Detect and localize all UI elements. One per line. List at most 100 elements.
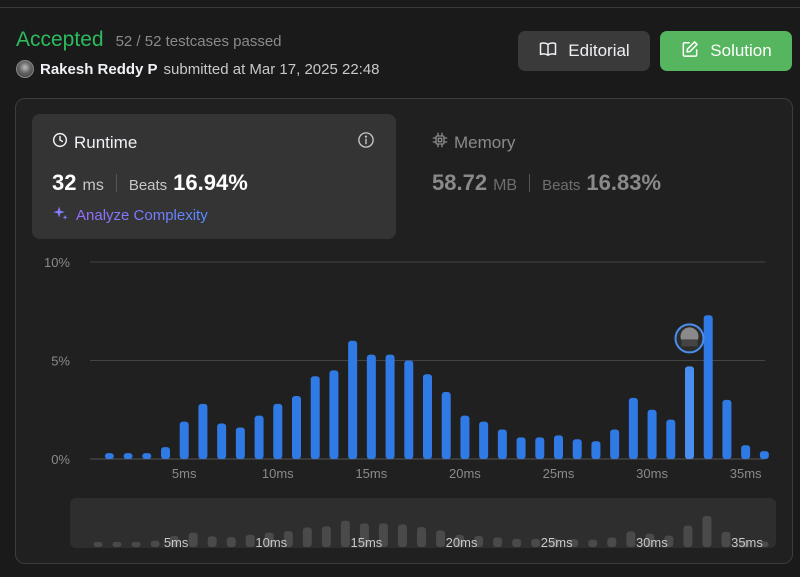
chart-bar bbox=[535, 437, 545, 459]
runtime-beats-label: Beats bbox=[128, 177, 168, 194]
edit-icon bbox=[680, 39, 700, 64]
solution-button[interactable]: Solution bbox=[660, 31, 792, 71]
runtime-title: Runtime bbox=[52, 132, 137, 153]
memory-beats-value: 16.83% bbox=[586, 170, 662, 195]
chart-bar bbox=[591, 441, 601, 459]
chart-bar bbox=[404, 360, 414, 459]
x-tick-label: 25ms bbox=[543, 466, 575, 481]
chart-bar bbox=[741, 445, 751, 459]
navigator-bar bbox=[321, 526, 331, 547]
navigator-tick-label: 20ms bbox=[446, 535, 478, 550]
navigator-bar bbox=[417, 527, 426, 547]
navigator-bar bbox=[702, 515, 712, 547]
chart-bar bbox=[703, 315, 713, 459]
navigator-tick-label: 10ms bbox=[255, 535, 287, 550]
testcases-count: 52 / 52 testcases passed bbox=[115, 33, 282, 50]
memory-unit: MB bbox=[493, 177, 518, 194]
editorial-button[interactable]: Editorial bbox=[518, 31, 650, 71]
chart-bar bbox=[460, 415, 470, 459]
navigator-bar bbox=[607, 537, 617, 547]
chart-bar bbox=[666, 419, 676, 459]
runtime-title-text: Runtime bbox=[74, 132, 138, 152]
navigator-bar bbox=[207, 536, 217, 547]
navigator-tick-label: 35ms bbox=[731, 535, 763, 550]
runtime-unit: ms bbox=[82, 177, 104, 194]
memory-metric: 58.72 MB Beats 16.83% bbox=[432, 170, 661, 196]
chart-bar bbox=[198, 403, 208, 459]
chart-bar bbox=[142, 453, 152, 459]
sparkle-icon bbox=[52, 205, 69, 226]
clock-icon bbox=[52, 132, 68, 153]
chart-bar bbox=[441, 392, 451, 459]
analyze-complexity-label: Analyze Complexity bbox=[76, 207, 208, 224]
navigator-bar bbox=[588, 539, 598, 547]
chart-bar bbox=[104, 453, 114, 459]
chart-bar bbox=[572, 439, 582, 459]
navigator-bar bbox=[150, 540, 160, 547]
submitter-name[interactable]: Rakesh Reddy P bbox=[40, 61, 158, 78]
navigator-bar bbox=[626, 531, 636, 547]
navigator-bar bbox=[188, 532, 198, 547]
x-tick-label: 5ms bbox=[172, 466, 197, 481]
x-tick-label: 15ms bbox=[355, 466, 387, 481]
navigator-bar bbox=[93, 541, 103, 547]
top-divider bbox=[0, 0, 800, 8]
chart-bar bbox=[385, 354, 395, 459]
chart-bar bbox=[628, 397, 638, 459]
chart-bar bbox=[161, 447, 170, 459]
chart-bar bbox=[685, 366, 694, 459]
chart-bar bbox=[310, 376, 320, 459]
chart-bar bbox=[348, 340, 358, 459]
runtime-beats-value: 16.94% bbox=[173, 170, 248, 195]
memory-title-text: Memory bbox=[454, 132, 516, 152]
chart-bar bbox=[722, 399, 732, 459]
navigator-tick-label: 15ms bbox=[351, 535, 383, 550]
chart-bar bbox=[123, 453, 133, 459]
memory-tab[interactable]: Memory bbox=[432, 132, 515, 153]
editorial-label: Editorial bbox=[568, 41, 630, 60]
chart-bar bbox=[273, 403, 283, 459]
chart-bar bbox=[610, 429, 620, 459]
range-navigator-chart[interactable]: 5ms 10ms 15ms 20ms 25ms 30ms 35ms bbox=[0, 498, 800, 554]
submitted-at: submitted at Mar 17, 2025 22:48 bbox=[163, 60, 380, 78]
runtime-distribution-chart[interactable]: 10% 5% 0% 5ms 10ms 15ms 20ms 25ms 30ms 35ms bbox=[0, 250, 800, 486]
chart-bar bbox=[329, 370, 339, 459]
chart-bar bbox=[647, 409, 657, 459]
y-tick-label: 10% bbox=[44, 255, 70, 270]
status-accepted: Accepted bbox=[16, 28, 104, 51]
submission-status: Accepted 52 / 52 testcases passed bbox=[16, 28, 282, 52]
navigator-bar bbox=[512, 538, 522, 547]
analyze-complexity-link[interactable]: Analyze Complexity bbox=[52, 205, 208, 226]
chart-bar bbox=[479, 421, 489, 459]
chart-bar bbox=[516, 437, 526, 459]
solution-label: Solution bbox=[710, 41, 772, 60]
y-tick-label: 0% bbox=[51, 452, 70, 467]
x-tick-label: 10ms bbox=[262, 466, 294, 481]
chart-bar bbox=[235, 427, 245, 459]
navigator-bar bbox=[436, 530, 446, 547]
chart-bar bbox=[423, 374, 432, 459]
chart-bar bbox=[366, 354, 376, 459]
navigator-tick-label: 25ms bbox=[541, 535, 573, 550]
navigator-bar bbox=[493, 537, 503, 547]
info-icon[interactable] bbox=[357, 131, 375, 149]
navigator-bar bbox=[340, 520, 350, 547]
chart-bar bbox=[254, 415, 264, 459]
x-tick-label: 20ms bbox=[449, 466, 481, 481]
avatar-detail bbox=[681, 339, 698, 347]
navigator-bar bbox=[397, 524, 407, 547]
x-tick-label: 35ms bbox=[730, 466, 762, 481]
navigator-bar bbox=[531, 538, 541, 547]
x-tick-label: 30ms bbox=[636, 466, 668, 481]
metric-divider bbox=[529, 174, 531, 192]
navigator-bar bbox=[721, 531, 731, 547]
avatar[interactable] bbox=[16, 60, 34, 78]
chip-icon bbox=[432, 132, 448, 153]
submitter-info: Rakesh Reddy P submitted at Mar 17, 2025… bbox=[16, 60, 380, 78]
navigator-tick-label: 5ms bbox=[164, 535, 189, 550]
memory-value: 58.72 bbox=[432, 170, 488, 195]
chart-bar bbox=[554, 435, 563, 459]
memory-beats-label: Beats bbox=[542, 177, 581, 194]
runtime-value: 32 bbox=[52, 170, 77, 195]
navigator-bar bbox=[226, 537, 236, 547]
